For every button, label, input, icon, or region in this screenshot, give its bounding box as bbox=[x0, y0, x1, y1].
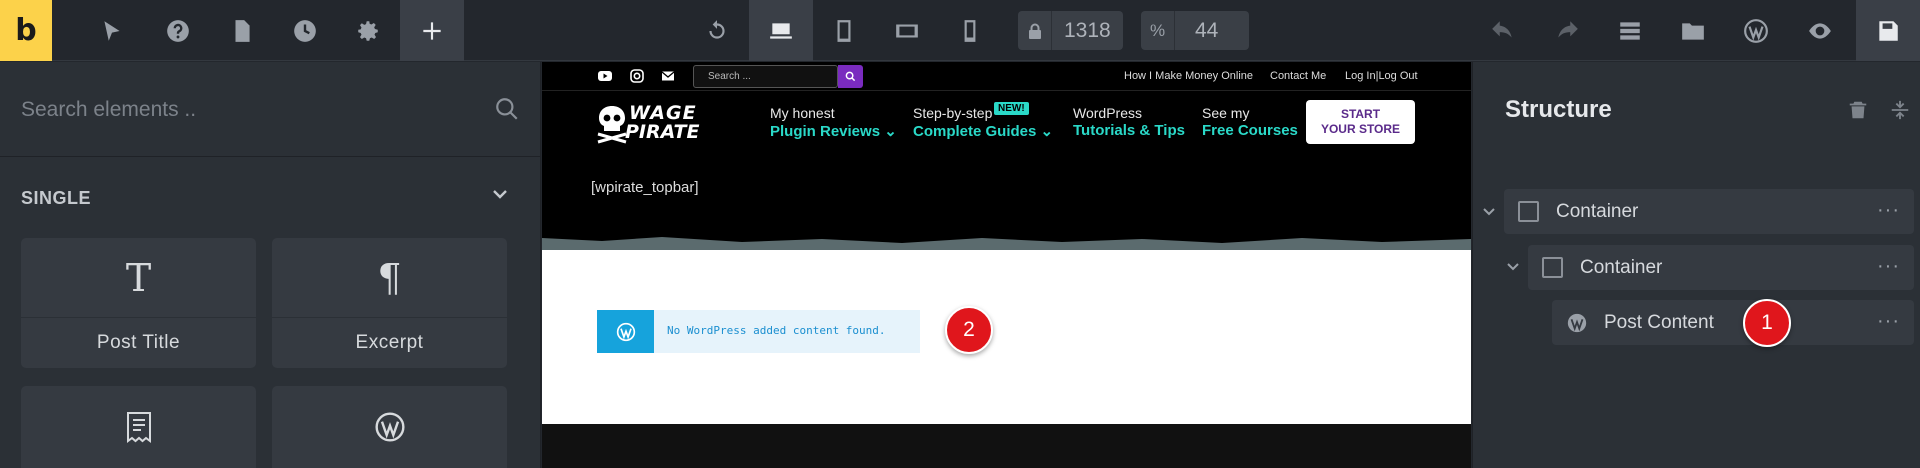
pilcrow-icon: ¶ bbox=[272, 238, 507, 318]
zoom-input[interactable]: % 44 bbox=[1141, 11, 1249, 50]
link-contact[interactable]: Contact Me bbox=[1270, 70, 1326, 82]
wage-pirate-logo[interactable]: WAGE PIRATE bbox=[595, 100, 707, 148]
settings-gear-icon[interactable] bbox=[336, 0, 400, 61]
start-your-store-button[interactable]: START YOUR STORE bbox=[1306, 100, 1415, 144]
nav-plugin-reviews[interactable]: Plugin Reviews ⌄ bbox=[770, 122, 897, 140]
receipt-icon bbox=[21, 386, 256, 468]
section-title-single[interactable]: SINGLE bbox=[21, 188, 91, 209]
top-toolbar: b 1318 % 44 bbox=[0, 0, 1920, 61]
annotation-badge-1: 1 bbox=[1743, 299, 1791, 347]
link-how-i-make-money[interactable]: How I Make Money Online bbox=[1124, 70, 1253, 82]
topbar-shortcode: [wpirate_topbar] bbox=[591, 179, 699, 196]
more-options-icon[interactable]: ··· bbox=[1877, 255, 1900, 278]
element-search-input[interactable]: Search elements .. bbox=[21, 98, 196, 122]
utility-bar: Search ... How I Make Money Online Conta… bbox=[542, 62, 1471, 91]
tile-wordpress[interactable] bbox=[272, 386, 507, 468]
elements-panel: Search elements .. SINGLE T Post Title ¶… bbox=[0, 62, 541, 468]
preview-eye-icon[interactable] bbox=[1788, 0, 1852, 61]
container-icon bbox=[1542, 257, 1563, 278]
help-icon[interactable] bbox=[146, 0, 210, 61]
lock-icon bbox=[1018, 11, 1052, 50]
wordpress-icon[interactable] bbox=[1724, 0, 1788, 61]
layers-icon[interactable] bbox=[1598, 0, 1662, 61]
structure-panel: Structure Container ··· Container ··· Po… bbox=[1472, 62, 1920, 468]
wordpress-icon bbox=[597, 310, 654, 353]
tablet-landscape-icon[interactable] bbox=[875, 0, 939, 61]
page-icon[interactable] bbox=[210, 0, 274, 61]
tablet-portrait-icon[interactable] bbox=[812, 0, 876, 61]
search-icon bbox=[496, 98, 518, 120]
caret-down-icon[interactable] bbox=[1505, 259, 1521, 275]
refresh-icon[interactable] bbox=[685, 0, 749, 61]
nav-free-courses[interactable]: Free Courses bbox=[1202, 122, 1298, 139]
site-footer bbox=[542, 424, 1471, 468]
tree-item-container-nested[interactable]: Container ··· bbox=[1528, 245, 1914, 290]
add-element-icon[interactable] bbox=[400, 0, 464, 61]
nav-tutorials-caption: WordPress bbox=[1073, 105, 1142, 121]
site-search-button[interactable] bbox=[838, 65, 863, 88]
nav-courses-caption: See my bbox=[1202, 105, 1250, 121]
skull-icon bbox=[597, 106, 627, 144]
site-header: Search ... How I Make Money Online Conta… bbox=[542, 62, 1471, 245]
new-badge: NEW! bbox=[994, 102, 1029, 115]
wordpress-icon bbox=[272, 386, 507, 468]
email-icon[interactable] bbox=[660, 68, 676, 84]
container-icon bbox=[1518, 201, 1539, 222]
laptop-icon[interactable] bbox=[749, 0, 813, 61]
nav-guides-caption: Step-by-step bbox=[913, 105, 993, 121]
tree-item-post-content[interactable]: Post Content ··· bbox=[1552, 300, 1914, 345]
search-icon bbox=[845, 71, 856, 82]
undo-icon[interactable] bbox=[1471, 0, 1535, 61]
post-content-area[interactable]: No WordPress added content found. 2 bbox=[542, 250, 1471, 424]
percent-prefix: % bbox=[1141, 11, 1175, 50]
caret-down-icon[interactable] bbox=[1481, 204, 1497, 220]
builder-canvas: Search ... How I Make Money Online Conta… bbox=[542, 62, 1471, 468]
youtube-icon[interactable] bbox=[597, 68, 613, 84]
trash-icon[interactable] bbox=[1847, 99, 1869, 121]
element-search[interactable]: Search elements .. bbox=[0, 62, 541, 157]
collapse-all-icon[interactable] bbox=[1889, 99, 1911, 121]
text-t-icon: T bbox=[21, 238, 256, 318]
tile-receipt[interactable] bbox=[21, 386, 256, 468]
wordpress-icon bbox=[1567, 313, 1587, 333]
instagram-icon[interactable] bbox=[629, 68, 645, 84]
tree-item-container[interactable]: Container ··· bbox=[1504, 189, 1914, 234]
nav-tutorials-tips[interactable]: Tutorials & Tips bbox=[1073, 122, 1185, 139]
tile-post-title[interactable]: T Post Title bbox=[21, 238, 256, 368]
site-search-input[interactable]: Search ... bbox=[693, 65, 838, 88]
annotation-badge-2: 2 bbox=[945, 306, 993, 354]
link-login-logout[interactable]: Log In|Log Out bbox=[1345, 70, 1418, 82]
more-options-icon[interactable]: ··· bbox=[1877, 310, 1900, 333]
chevron-down-icon[interactable] bbox=[490, 184, 510, 204]
save-icon[interactable] bbox=[1856, 0, 1920, 61]
canvas-width-input[interactable]: 1318 bbox=[1018, 11, 1123, 50]
nav-reviews-caption: My honest bbox=[770, 105, 835, 121]
mobile-icon[interactable] bbox=[938, 0, 1002, 61]
bricks-logo[interactable]: b bbox=[0, 0, 52, 61]
folder-icon[interactable] bbox=[1661, 0, 1725, 61]
nav-complete-guides[interactable]: Complete Guides ⌄ bbox=[913, 122, 1053, 140]
structure-title: Structure bbox=[1505, 96, 1612, 123]
tile-excerpt[interactable]: ¶ Excerpt bbox=[272, 238, 507, 368]
redo-icon[interactable] bbox=[1535, 0, 1599, 61]
history-icon[interactable] bbox=[273, 0, 337, 61]
no-content-notice: No WordPress added content found. bbox=[597, 310, 920, 353]
more-options-icon[interactable]: ··· bbox=[1877, 199, 1900, 222]
cursor-icon[interactable] bbox=[80, 0, 144, 61]
